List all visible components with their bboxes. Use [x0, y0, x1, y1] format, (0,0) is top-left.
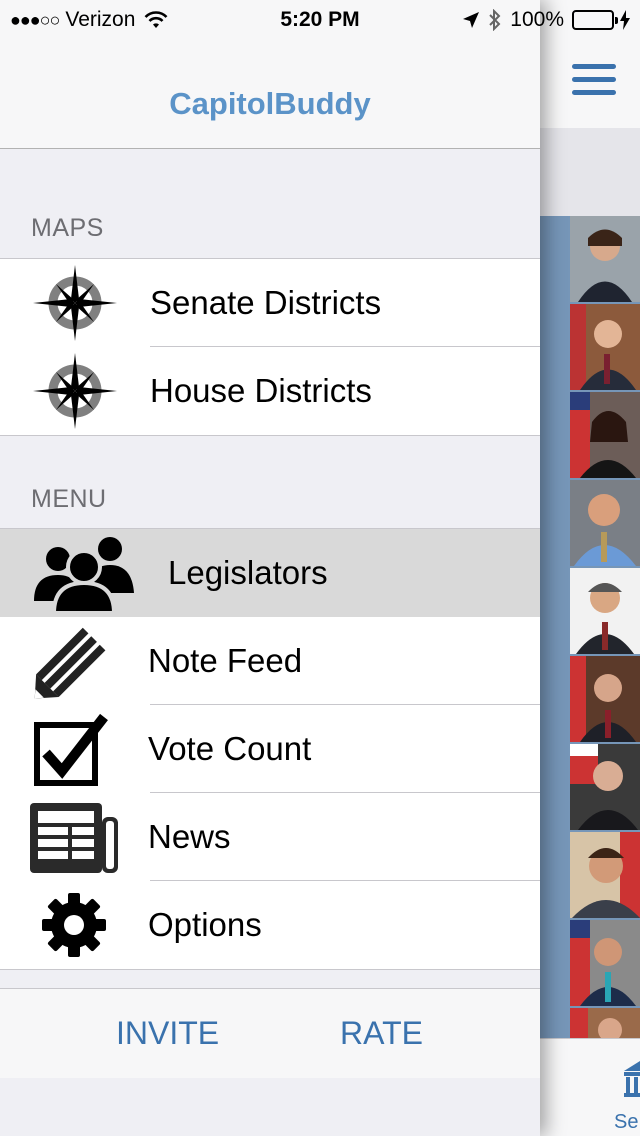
menu-item-legislators[interactable]: Legislators: [0, 529, 540, 617]
menu-item-label: Options: [148, 906, 262, 943]
legislator-photo[interactable]: [570, 568, 640, 654]
legislator-photo[interactable]: [570, 1008, 640, 1042]
gear-icon: [42, 893, 106, 957]
compass-icon: [33, 353, 117, 429]
menu-item-note-feed[interactable]: Note Feed: [0, 617, 540, 705]
capitol-building-icon[interactable]: [622, 1059, 640, 1099]
search-bar-container: by: [540, 128, 640, 329]
compass-icon: [33, 265, 117, 341]
maps-group: Senate Districts House Districts: [0, 258, 540, 436]
menu-item-label: Legislators: [168, 554, 328, 591]
menu-group: Legislators Note Feed Vote Count News Op…: [0, 528, 540, 970]
charging-bolt-icon: [620, 10, 630, 30]
legislator-photo[interactable]: [570, 744, 640, 830]
menu-item-label: Senate Districts: [150, 284, 382, 321]
status-right: 100%: [462, 8, 630, 32]
invite-button[interactable]: INVITE: [116, 1015, 219, 1052]
pencil-icon: [34, 627, 106, 699]
battery-percent: 100%: [510, 8, 564, 31]
tab-label[interactable]: Se: [614, 1111, 638, 1134]
legislator-photo[interactable]: [570, 832, 640, 918]
legislator-list: [540, 216, 640, 1042]
checkbox-icon: [34, 713, 108, 786]
drawer-footer: INVITE RATE: [0, 988, 540, 1078]
app-title: CapitolBuddy: [169, 86, 371, 121]
section-header-menu: MENU: [31, 485, 107, 513]
legislator-photo[interactable]: [570, 480, 640, 566]
legislator-photo[interactable]: [570, 216, 640, 302]
menu-item-label: News: [148, 818, 231, 855]
menu-item-senate-districts[interactable]: Senate Districts: [0, 259, 540, 347]
menu-item-news[interactable]: News: [0, 793, 540, 881]
menu-item-options[interactable]: Options: [0, 881, 540, 969]
hamburger-menu-icon[interactable]: [572, 64, 616, 103]
menu-item-house-districts[interactable]: House Districts: [0, 347, 540, 435]
bluetooth-icon: [489, 9, 501, 31]
status-bar: ●●●○○ Verizon 5:20 PM 100%: [0, 0, 640, 40]
side-drawer: CapitolBuddy MAPS Senate Districts House…: [0, 0, 540, 1136]
legislator-photo[interactable]: [570, 304, 640, 390]
battery-icon: [572, 10, 618, 30]
legislator-photo[interactable]: [570, 392, 640, 478]
rate-button[interactable]: RATE: [340, 1015, 423, 1052]
newspaper-icon: [30, 803, 118, 873]
people-icon: [34, 537, 134, 613]
legislator-photo[interactable]: [570, 920, 640, 1006]
tab-bar: Se: [540, 1038, 640, 1136]
menu-item-label: Note Feed: [148, 642, 303, 679]
menu-item-label: Vote Count: [148, 730, 312, 767]
background-view: by: [540, 0, 640, 1136]
legislator-photo[interactable]: [570, 656, 640, 742]
section-header-maps: MAPS: [31, 214, 104, 242]
location-arrow-icon: [463, 12, 480, 28]
menu-item-label: House Districts: [150, 372, 372, 409]
menu-item-vote-count[interactable]: Vote Count: [0, 705, 540, 793]
